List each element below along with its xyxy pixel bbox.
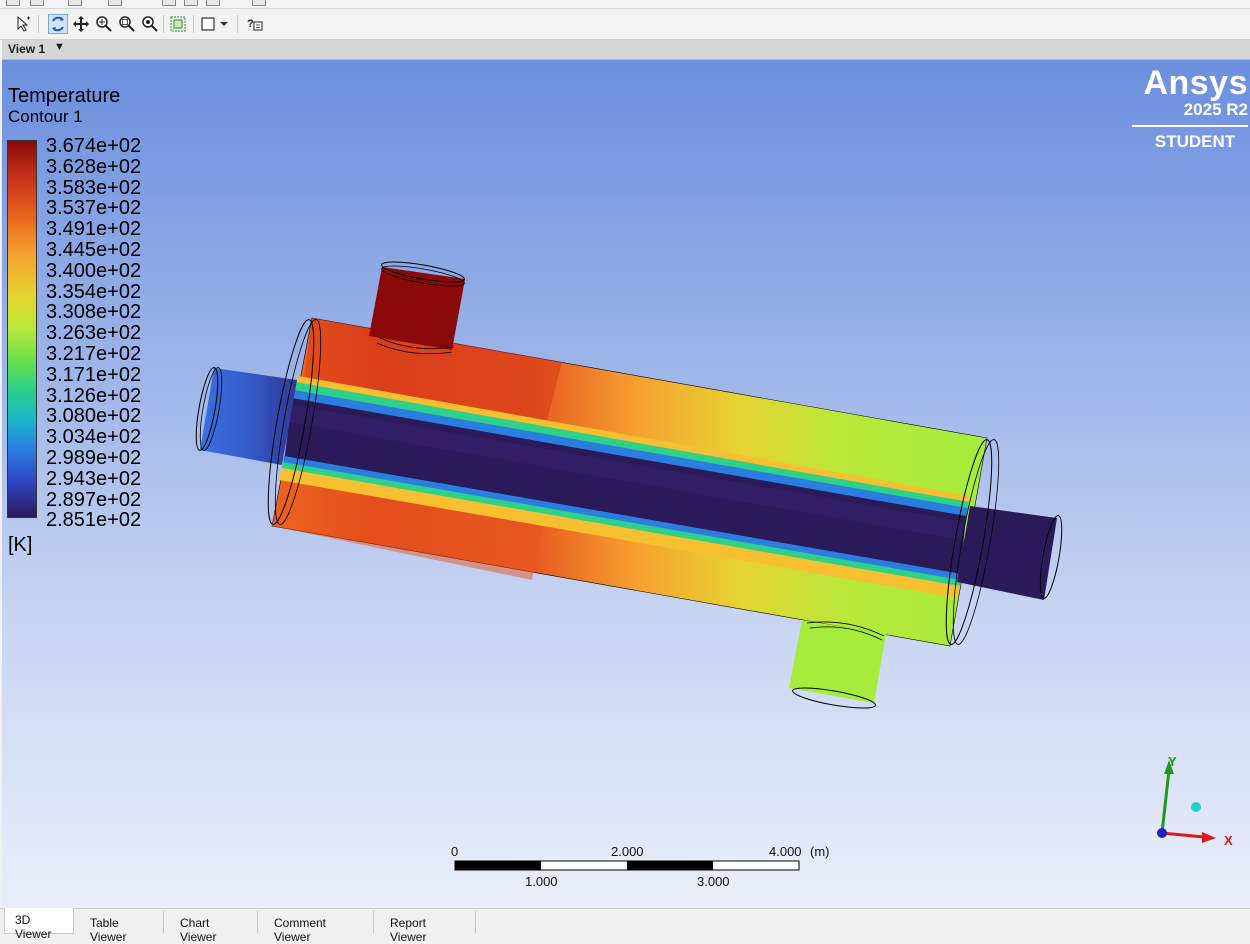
tab-report-viewer[interactable]: Report Viewer — [380, 911, 476, 944]
legend-tick: 3.171e+02 — [46, 363, 142, 386]
logo-brand: Ansys — [1143, 64, 1248, 102]
legend-tick: 3.217e+02 — [46, 342, 142, 365]
color-bar — [7, 140, 37, 518]
legend-title: Temperature — [8, 85, 121, 107]
legend-tick: 3.308e+02 — [46, 301, 142, 324]
scale-label-3: 3.000 — [697, 874, 730, 889]
legend-tick: 2.851e+02 — [46, 509, 142, 532]
view-dropdown-icon[interactable]: ▼ — [54, 41, 65, 53]
ansys-logo: Ansys 2025 R2 STUDENT — [1132, 64, 1248, 152]
view-selector[interactable]: View 1 ▼ — [2, 40, 1250, 60]
legend-subtitle: Contour 1 — [8, 107, 83, 126]
legend-tick: 3.537e+02 — [46, 197, 142, 220]
help-select-icon[interactable]: ? — [245, 14, 265, 34]
tab-table-viewer[interactable]: Table Viewer — [80, 911, 164, 944]
legend-tick: 3.674e+02 — [46, 135, 142, 157]
legend-tick: 3.080e+02 — [46, 405, 142, 428]
axis-x-label: X — [1224, 833, 1233, 848]
legend-tick: 3.126e+02 — [46, 384, 142, 407]
viewer-tabs: 3D Viewer Table Viewer Chart Viewer Comment… — [0, 908, 1250, 944]
tab-comment-viewer[interactable]: Comment Viewer — [264, 911, 374, 944]
scale-label-0: 0 — [451, 844, 459, 859]
logo-version: 2025 R2 — [1183, 100, 1248, 119]
legend-tick: 2.989e+02 — [46, 446, 142, 469]
pan-icon[interactable] — [71, 14, 91, 34]
3d-viewport[interactable]: Temperature Contour 1 3.674e+02 3.628e+02… — [2, 60, 1250, 908]
legend-tick: 3.628e+02 — [46, 155, 142, 178]
legend-tick: 3.400e+02 — [46, 259, 142, 282]
legend-tick: 2.943e+02 — [46, 467, 142, 490]
legend-tick: 3.491e+02 — [46, 218, 142, 241]
legend-tick: 3.354e+02 — [46, 280, 142, 303]
scale-label-2: 2.000 — [611, 844, 644, 859]
select-icon[interactable] — [14, 14, 34, 34]
legend-tick: 3.445e+02 — [46, 238, 142, 261]
legend-tick: 3.583e+02 — [46, 176, 142, 199]
box-zoom-icon[interactable] — [198, 14, 218, 34]
zoom-box-icon[interactable] — [117, 14, 137, 34]
legend-tick: 2.897e+02 — [46, 488, 142, 511]
tab-3d-viewer[interactable]: 3D Viewer — [4, 908, 74, 941]
heat-exchanger-contour — [195, 261, 1063, 709]
legend-tick: 3.263e+02 — [46, 322, 142, 345]
legend-unit: [K] — [8, 534, 33, 556]
legend-ticks: 3.674e+02 3.628e+02 3.583e+02 3.537e+02 3.49… — [46, 136, 141, 531]
axis-triad: Y X — [1157, 754, 1233, 848]
zoom-fit-icon[interactable] — [140, 14, 160, 34]
menu-strip — [0, 0, 1250, 9]
fit-view-icon[interactable] — [168, 14, 188, 34]
scale-label-4: 4.000 — [769, 844, 802, 859]
legend-tick: 3.034e+02 — [46, 426, 142, 449]
zoom-icon[interactable] — [94, 14, 114, 34]
tab-chart-viewer[interactable]: Chart Viewer — [170, 911, 258, 944]
scale-label-1: 1.000 — [525, 874, 558, 889]
axis-y-label: Y — [1168, 754, 1177, 769]
logo-edition: STUDENT — [1154, 132, 1236, 151]
scale-unit: (m) — [810, 844, 830, 859]
rotate-icon[interactable] — [48, 14, 68, 34]
viewer-toolbar: ? — [0, 9, 1250, 40]
svg-text:?: ? — [247, 18, 254, 30]
dropdown-icon[interactable] — [217, 14, 231, 34]
view-label: View 1 — [8, 42, 46, 56]
